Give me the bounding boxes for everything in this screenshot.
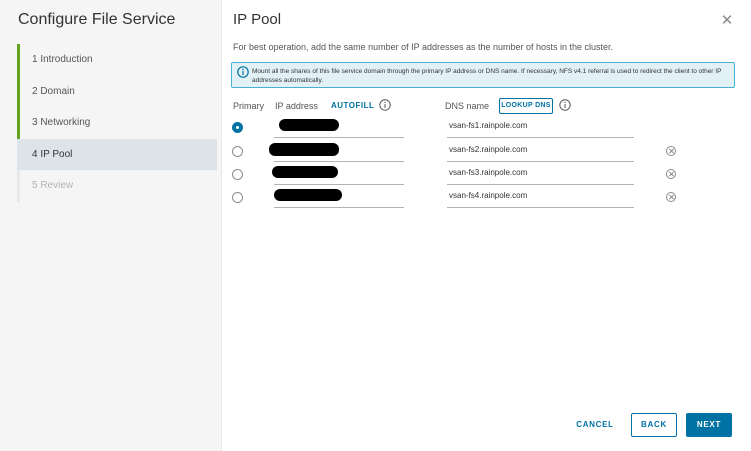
ip-address-input[interactable]	[269, 140, 404, 162]
cancel-button[interactable]: CANCEL	[572, 413, 618, 437]
dns-name-input[interactable]: vsan-fs3.rainpole.com	[447, 163, 634, 185]
ip-pool-row: vsan-fs2.rainpole.com	[222, 140, 751, 164]
step-introduction[interactable]: 1 Introduction	[17, 44, 217, 76]
dns-name-value: vsan-fs2.rainpole.com	[449, 145, 528, 154]
dns-name-value: vsan-fs4.rainpole.com	[449, 191, 528, 200]
ip-pool-row: vsan-fs4.rainpole.com	[222, 186, 751, 210]
info-banner: Mount all the shares of this file servic…	[231, 62, 735, 88]
wizard-title: Configure File Service	[18, 11, 176, 28]
info-banner-text: Mount all the shares of this file servic…	[252, 68, 722, 84]
dns-name-input[interactable]: vsan-fs4.rainpole.com	[447, 186, 634, 208]
ip-address-input[interactable]	[274, 116, 404, 138]
lookup-dns-button[interactable]: LOOKUP DNS	[499, 98, 553, 114]
back-button[interactable]: BACK	[631, 413, 677, 437]
step-ip-pool[interactable]: 4 IP Pool	[17, 138, 217, 170]
redacted-ip	[279, 119, 339, 131]
info-icon	[237, 66, 249, 78]
redacted-ip	[269, 143, 339, 156]
primary-radio[interactable]	[232, 122, 243, 133]
page-subtitle: For best operation, add the same number …	[233, 42, 614, 52]
remove-row-icon[interactable]	[666, 146, 676, 156]
dns-name-value: vsan-fs1.rainpole.com	[449, 121, 528, 130]
primary-column-header: Primary	[233, 101, 264, 111]
primary-radio[interactable]	[232, 146, 243, 157]
ip-address-input[interactable]	[274, 186, 404, 208]
ip-help-icon[interactable]	[379, 99, 391, 111]
remove-row-icon[interactable]	[666, 192, 676, 202]
redacted-ip	[272, 166, 338, 178]
redacted-ip	[274, 189, 342, 201]
dns-help-icon[interactable]	[559, 99, 571, 111]
close-icon[interactable]: ✕	[720, 13, 734, 28]
ip-address-input[interactable]	[272, 163, 404, 185]
autofill-button[interactable]: AUTOFILL	[331, 101, 374, 110]
ip-pool-row: vsan-fs3.rainpole.com	[222, 163, 751, 187]
dns-name-input[interactable]: vsan-fs2.rainpole.com	[447, 140, 634, 162]
dns-name-input[interactable]: vsan-fs1.rainpole.com	[447, 116, 634, 138]
main-panel: IP Pool ✕ For best operation, add the sa…	[222, 0, 751, 451]
dns-name-value: vsan-fs3.rainpole.com	[449, 168, 528, 177]
step-networking[interactable]: 3 Networking	[17, 107, 217, 139]
wizard-steps: 1 Introduction 2 Domain 3 Networking 4 I…	[17, 44, 217, 202]
next-button[interactable]: NEXT	[686, 413, 732, 437]
ip-address-column-header: IP address	[275, 101, 318, 111]
dns-name-column-header: DNS name	[445, 101, 490, 111]
primary-radio[interactable]	[232, 169, 243, 180]
wizard-sidebar: Configure File Service 1 Introduction 2 …	[0, 0, 222, 451]
ip-pool-row: vsan-fs1.rainpole.com	[222, 116, 751, 140]
page-title: IP Pool	[233, 11, 282, 28]
primary-radio[interactable]	[232, 192, 243, 203]
step-review: 5 Review	[17, 170, 217, 202]
step-domain[interactable]: 2 Domain	[17, 75, 217, 108]
remove-row-icon[interactable]	[666, 169, 676, 179]
